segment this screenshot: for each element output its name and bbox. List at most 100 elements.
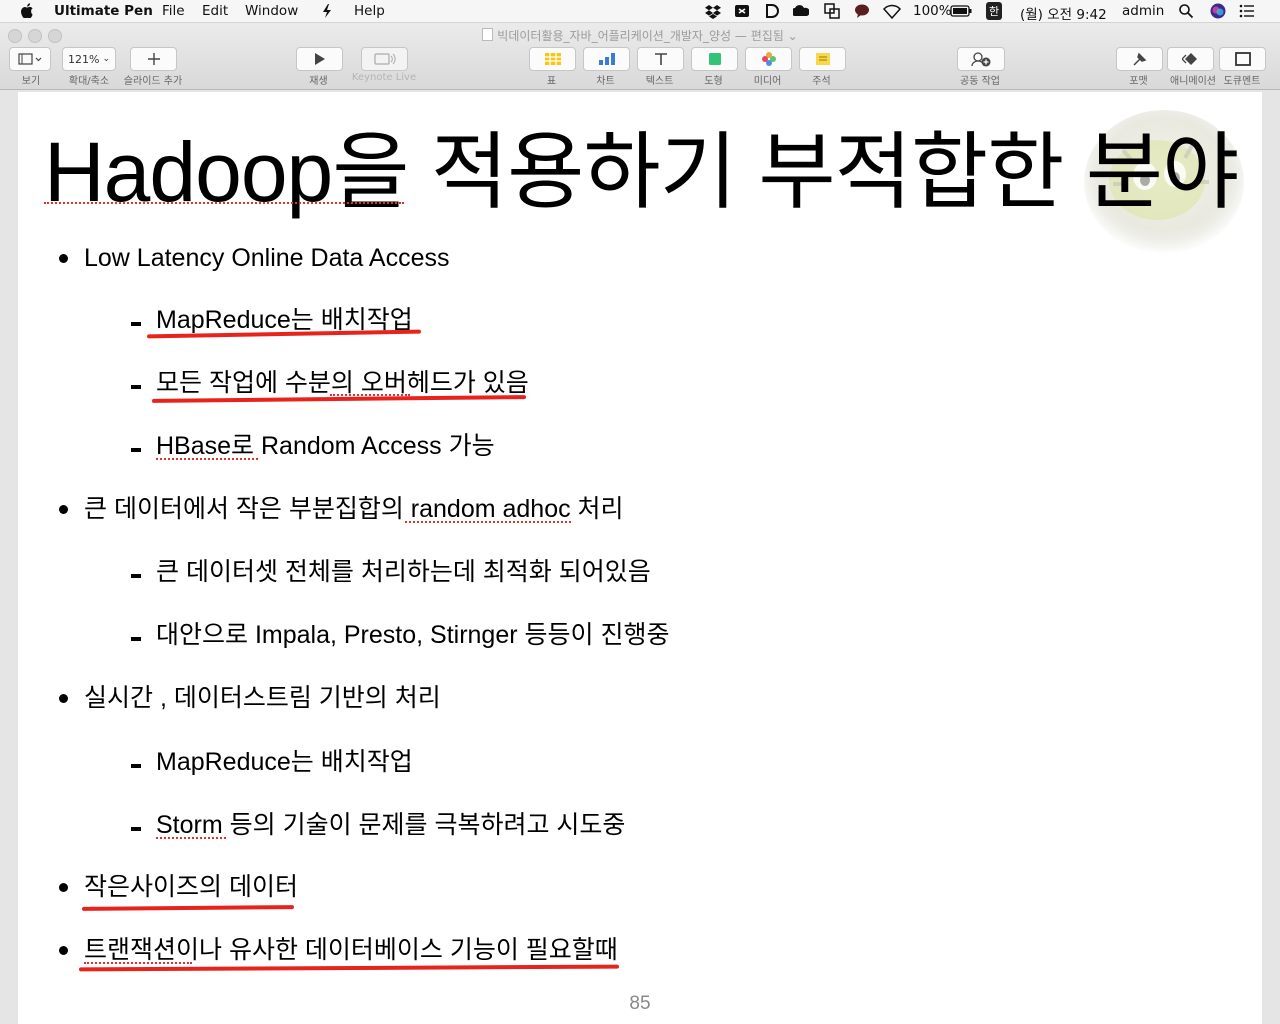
document-icon-small	[482, 28, 494, 41]
chart-button[interactable]	[583, 47, 630, 71]
zoom-label: 확대/축소	[68, 76, 110, 87]
shape-button[interactable]	[691, 47, 738, 71]
window-toolbar: 빅데이터활용_자바_어플리케이션_개발자_양성 — 편집됨 ⌄ 보기 121% ⌄…	[0, 23, 1280, 90]
document-icon	[1234, 52, 1251, 66]
chat-icon[interactable]	[854, 3, 870, 19]
sub-bullet-dash	[131, 574, 141, 578]
collaborate-button[interactable]	[957, 47, 1005, 71]
bullet-dot	[59, 694, 68, 703]
sub-bullet-item[interactable]: HBase로 Random Access 가능	[156, 431, 495, 461]
slide-title[interactable]: Hadoop을 적용하기 부적합한 분야	[44, 124, 1239, 220]
shape-icon	[708, 53, 721, 65]
window-manager-icon[interactable]	[824, 3, 840, 19]
animate-button[interactable]	[1167, 47, 1214, 71]
window-menu[interactable]: Window	[245, 3, 298, 19]
media-icon	[761, 52, 776, 66]
media-label: 미디어	[753, 76, 782, 87]
input-method-indicator[interactable]: 한	[986, 2, 1003, 20]
sub-bullet-dash	[131, 827, 141, 831]
script-icon[interactable]	[319, 3, 335, 19]
file-menu[interactable]: File	[162, 3, 185, 19]
apple-icon[interactable]	[20, 3, 34, 18]
chart-label: 차트	[596, 76, 615, 87]
document-label: 도큐멘트	[1223, 76, 1261, 87]
search-icon[interactable]	[1178, 3, 1194, 19]
collaborate-icon	[971, 52, 991, 67]
bullet-dot	[59, 254, 68, 263]
play-button[interactable]	[296, 47, 343, 71]
spellcheck-underline	[405, 521, 571, 523]
view-icon	[18, 53, 42, 65]
add-icon	[147, 53, 160, 65]
add-slide-button[interactable]	[130, 47, 177, 71]
document-title: 빅데이터활용_자바_어플리케이션_개발자_양성	[497, 29, 732, 43]
view-label: 보기	[21, 76, 41, 87]
media-button[interactable]	[745, 47, 792, 71]
notification-center-icon[interactable]	[1239, 3, 1255, 19]
spellcheck-underline	[156, 458, 258, 460]
sub-bullet-dash	[131, 764, 141, 768]
app-name-menu[interactable]: Ultimate Pen	[54, 3, 153, 19]
add-slide-label: 슬라이드 추가	[123, 76, 183, 87]
wifi-icon[interactable]	[883, 3, 901, 19]
chevron-down-icon[interactable]: ⌄	[788, 29, 798, 43]
sub-bullet-item[interactable]: MapReduce는 배치작업	[156, 747, 413, 777]
bullet-item[interactable]: 실시간 , 데이터스트림 기반의 처리	[84, 683, 441, 713]
zoom-select[interactable]: 121% ⌄	[62, 47, 116, 71]
battery-icon[interactable]	[950, 3, 972, 19]
document-title-bar[interactable]: 빅데이터활용_자바_어플리케이션_개발자_양성 — 편집됨 ⌄	[0, 27, 1280, 44]
cloud-icon[interactable]	[793, 3, 809, 19]
keynote-live-label: Keynote Live	[351, 72, 417, 83]
bullet-item[interactable]: 큰 데이터에서 작은 부분집합의 random adhoc 처리	[84, 494, 624, 524]
view-button[interactable]	[9, 47, 51, 71]
animate-label: 애니메이션	[1170, 76, 1216, 87]
text-button[interactable]	[637, 47, 684, 71]
format-label: 포맷	[1129, 76, 1148, 87]
bullet-item[interactable]: 작은사이즈의 데이터	[84, 872, 298, 902]
document-button[interactable]	[1219, 47, 1266, 71]
slide-page-number: 85	[629, 993, 651, 1014]
user-menu[interactable]: admin	[1122, 3, 1164, 19]
battery-percentage: 100%	[913, 3, 952, 19]
sub-bullet-dash	[131, 448, 141, 452]
format-button[interactable]	[1116, 47, 1163, 71]
bullet-item[interactable]: 트랜잭션이나 유사한 데이터베이스 기능이 필요할때	[84, 935, 618, 965]
keynote-live-button[interactable]	[361, 47, 408, 71]
spellcheck-underline	[156, 837, 226, 839]
sub-bullet-item[interactable]: Storm 등의 기술이 문제를 극복하려고 시도중	[156, 810, 625, 840]
dropbox-icon[interactable]	[705, 3, 721, 19]
document-status: — 편집됨	[734, 29, 784, 43]
text-icon	[654, 53, 667, 65]
siri-icon[interactable]	[1210, 3, 1226, 19]
text-label: 텍스트	[645, 76, 674, 87]
play-icon	[314, 53, 325, 65]
comment-icon	[815, 53, 830, 65]
table-button[interactable]	[529, 47, 576, 71]
bullet-dot	[59, 883, 68, 892]
edit-menu[interactable]: Edit	[202, 3, 228, 19]
table-icon	[544, 53, 561, 65]
shape-label: 도형	[704, 76, 723, 87]
spellcheck-underline	[84, 962, 192, 964]
collaborate-label: 공동 작업	[960, 76, 1000, 87]
help-menu[interactable]: Help	[354, 3, 385, 19]
keynote-live-icon	[373, 53, 396, 65]
comment-button[interactable]	[799, 47, 846, 71]
animate-icon	[1181, 53, 1197, 65]
sub-bullet-dash	[131, 385, 141, 389]
menubar-clock[interactable]: (월) 오전 9:42	[1020, 3, 1107, 23]
spellcheck-underline	[44, 202, 404, 204]
bullet-item[interactable]: Low Latency Online Data Access	[84, 243, 449, 273]
bullet-dot	[59, 505, 68, 514]
d-app-icon[interactable]	[764, 3, 780, 19]
table-label: 표	[546, 76, 557, 87]
zoom-value: 121%	[68, 52, 100, 66]
sub-bullet-item[interactable]: 큰 데이터셋 전체를 처리하는데 최적화 되어있음	[156, 557, 651, 587]
play-label: 재생	[309, 76, 328, 87]
sub-bullet-item[interactable]: 대안으로 Impala, Presto, Stirnger 등등이 진행중	[156, 620, 669, 650]
screenshot-tool-icon[interactable]	[734, 3, 750, 19]
menu-bar: Ultimate Pen File Edit Window Help 100% …	[0, 0, 1280, 23]
format-icon	[1132, 52, 1146, 66]
sub-bullet-dash	[131, 322, 141, 326]
chart-icon	[598, 53, 615, 65]
